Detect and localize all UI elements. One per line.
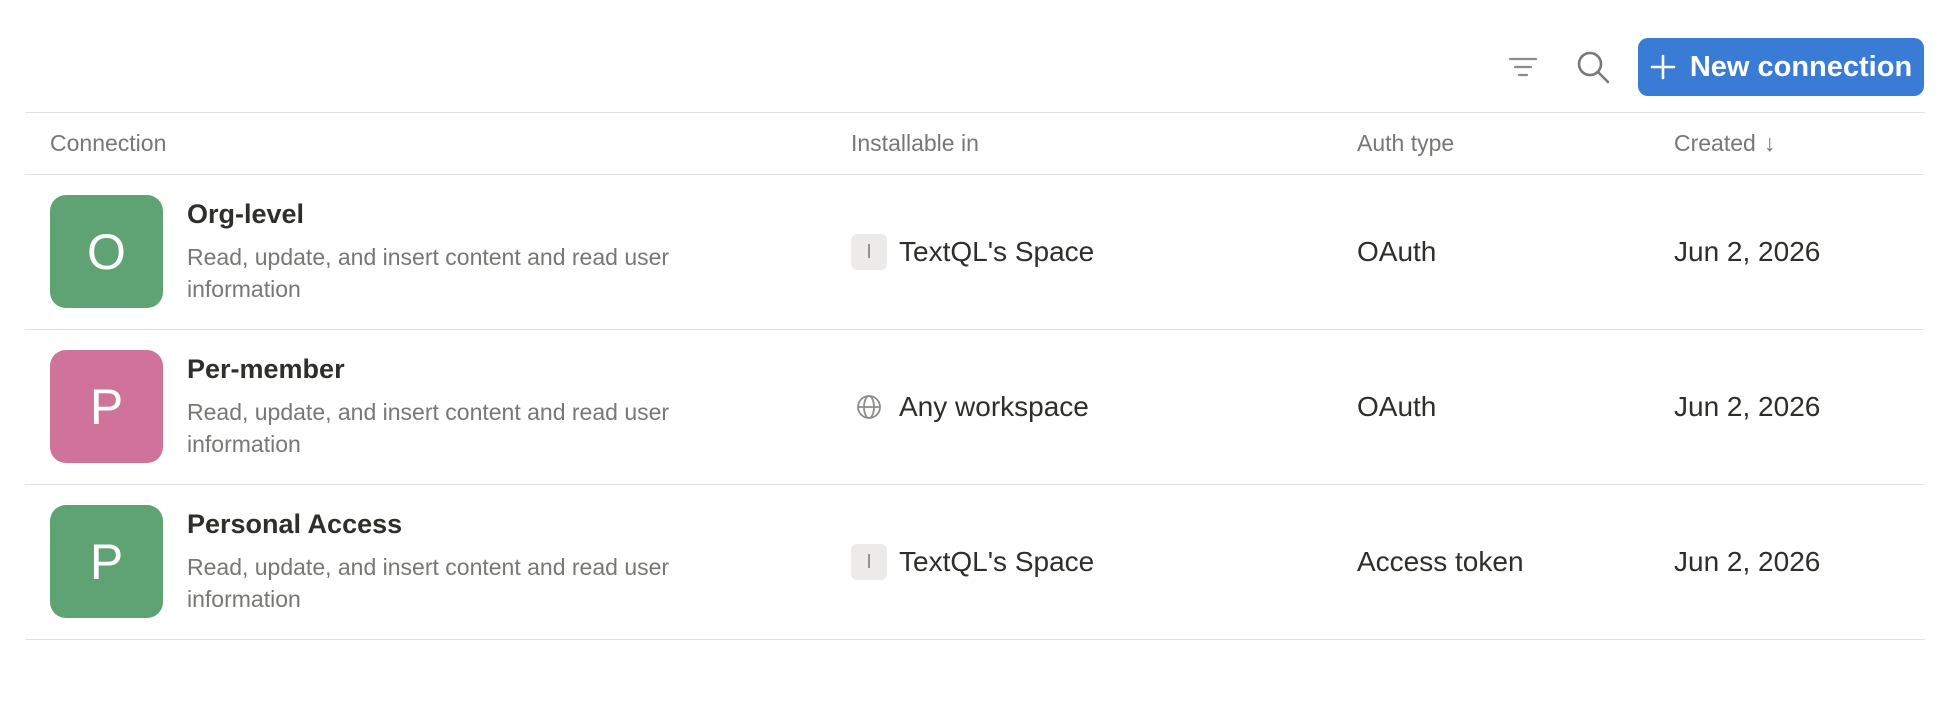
table-header: Connection Installable in Auth type Crea… bbox=[25, 112, 1925, 175]
header-connection[interactable]: Connection bbox=[50, 113, 166, 174]
auth-type-cell: OAuth bbox=[1357, 236, 1437, 267]
table-row[interactable]: P Personal Access Read, update, and inse… bbox=[25, 485, 1925, 640]
workspace-icon: I bbox=[851, 544, 887, 580]
search-icon bbox=[1577, 51, 1610, 84]
search-button[interactable] bbox=[1568, 42, 1618, 92]
created-cell: Jun 2, 2026 bbox=[1674, 236, 1821, 267]
plus-icon bbox=[1650, 54, 1676, 80]
connection-name: Personal Access bbox=[187, 509, 403, 539]
connections-table: Connection Installable in Auth type Crea… bbox=[25, 112, 1925, 640]
new-connection-button[interactable]: New connection bbox=[1638, 38, 1924, 96]
avatar: P bbox=[50, 350, 163, 463]
header-created[interactable]: Created ↓ bbox=[1674, 113, 1775, 174]
header-installable-in[interactable]: Installable in bbox=[851, 113, 979, 174]
header-created-label: Created bbox=[1674, 130, 1756, 156]
connection-name: Org-level bbox=[187, 199, 305, 229]
created-cell: Jun 2, 2026 bbox=[1674, 391, 1821, 422]
installable-in-cell: I TextQL's Space bbox=[851, 175, 1094, 329]
installable-in-label: TextQL's Space bbox=[899, 236, 1095, 267]
sort-descending-icon: ↓ bbox=[1763, 130, 1776, 156]
table-row[interactable]: P Per-member Read, update, and insert co… bbox=[25, 330, 1925, 485]
filter-icon bbox=[1508, 57, 1538, 77]
installable-in-cell: Any workspace bbox=[851, 330, 1089, 484]
globe-icon bbox=[851, 389, 887, 425]
avatar: O bbox=[50, 195, 163, 308]
connections-page: New connection Connection Installable in… bbox=[0, 0, 1950, 727]
filter-button[interactable] bbox=[1498, 42, 1548, 92]
connection-description: Read, update, and insert content and rea… bbox=[187, 399, 670, 457]
header-auth-type[interactable]: Auth type bbox=[1357, 113, 1454, 174]
installable-in-cell: I TextQL's Space bbox=[851, 485, 1094, 639]
auth-type-cell: Access token bbox=[1357, 546, 1524, 577]
created-cell: Jun 2, 2026 bbox=[1674, 546, 1821, 577]
avatar: P bbox=[50, 505, 163, 618]
workspace-icon: I bbox=[851, 234, 887, 270]
new-connection-label: New connection bbox=[1689, 50, 1913, 83]
connection-name: Per-member bbox=[187, 354, 345, 384]
connection-description: Read, update, and insert content and rea… bbox=[187, 244, 670, 302]
installable-in-label: TextQL's Space bbox=[899, 546, 1095, 577]
installable-in-label: Any workspace bbox=[899, 391, 1089, 422]
toolbar: New connection bbox=[1478, 38, 1924, 96]
table-row[interactable]: O Org-level Read, update, and insert con… bbox=[25, 175, 1925, 330]
auth-type-cell: OAuth bbox=[1357, 391, 1437, 422]
connection-description: Read, update, and insert content and rea… bbox=[187, 554, 670, 612]
